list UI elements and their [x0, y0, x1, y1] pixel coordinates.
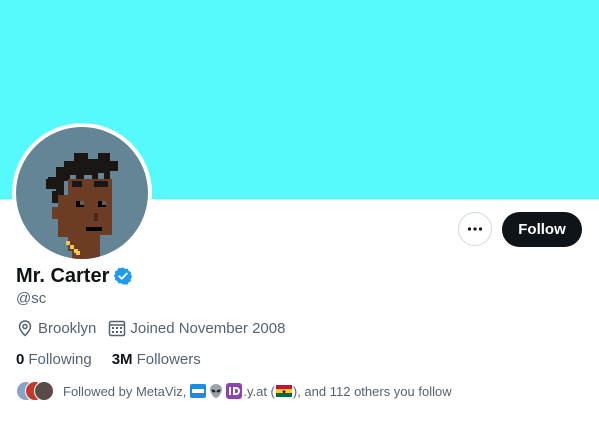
following-label: Following	[28, 351, 92, 368]
more-icon	[467, 227, 483, 231]
mutual-avatar	[34, 381, 54, 401]
joined-text: Joined November 2008	[130, 319, 286, 337]
location-pin-icon	[18, 320, 32, 337]
following-count: 0	[16, 351, 25, 368]
followers-label: Followers	[136, 351, 201, 368]
follow-button[interactable]: Follow	[502, 212, 582, 247]
ghana-flag-icon	[275, 385, 292, 397]
yat-text: .y.at (	[243, 383, 275, 399]
follow-stats: 0 Following 3M Followers	[16, 351, 221, 368]
id-emoji-icon	[226, 383, 243, 399]
calendar-icon	[109, 320, 126, 337]
location-item: Brooklyn	[16, 319, 96, 337]
cool-emoji-icon	[190, 384, 207, 398]
profile-avatar[interactable]	[16, 127, 148, 259]
followed-by-row[interactable]: Followed by MetaViz, .y.at ( ), and 112 …	[16, 381, 452, 401]
followers-count: 3M	[111, 351, 133, 368]
followed-by-suffix: ), and 112 others you follow	[292, 383, 452, 399]
following-link[interactable]: 0 Following	[16, 351, 92, 368]
followers-link[interactable]: 3M Followers	[112, 351, 201, 368]
verified-badge-icon[interactable]	[113, 266, 133, 286]
profile-meta-row: Brooklyn Joined November 2008	[16, 319, 297, 337]
followed-by-prefix: Followed by MetaViz,	[63, 383, 187, 399]
more-options-button[interactable]	[458, 212, 492, 246]
profile-handle: @sc	[16, 290, 47, 307]
mutual-avatars[interactable]	[16, 381, 54, 401]
profile-name-row: Mr. Carter	[16, 264, 133, 288]
location-text: Brooklyn	[38, 319, 97, 337]
joined-item: Joined November 2008	[108, 319, 285, 337]
display-name: Mr. Carter	[16, 265, 110, 287]
alien-emoji-icon	[210, 384, 223, 398]
punk-avatar-image	[46, 153, 118, 259]
